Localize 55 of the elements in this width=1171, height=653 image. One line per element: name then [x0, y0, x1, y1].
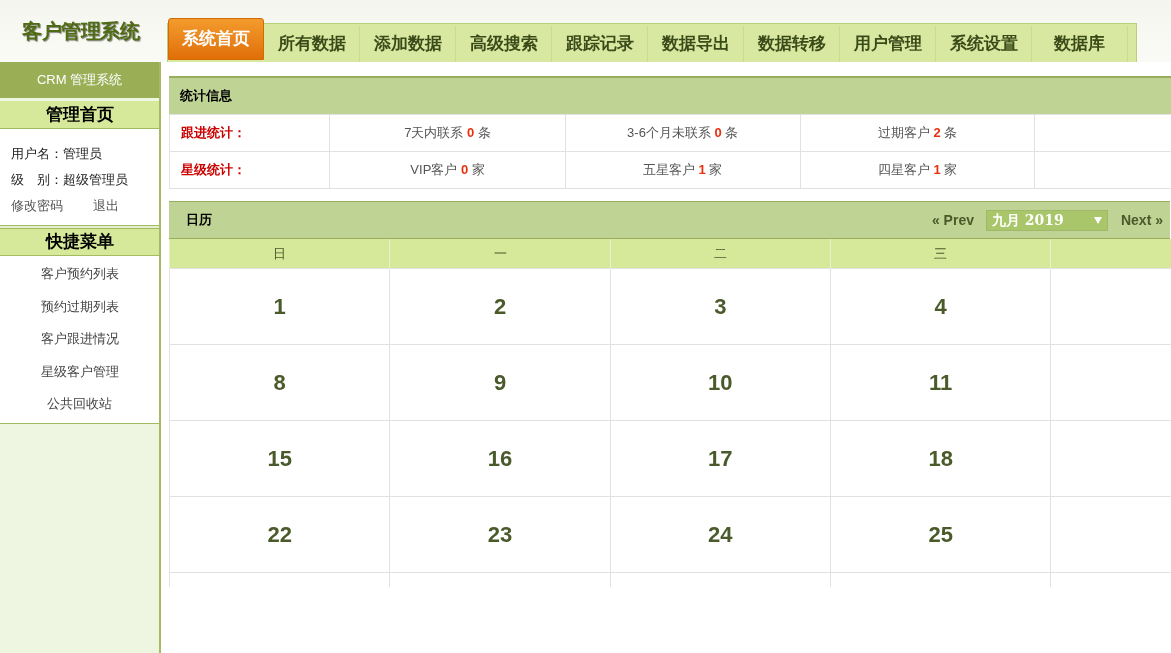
calendar-day[interactable]: 2: [389, 268, 611, 344]
menu-item[interactable]: 客户预约列表: [40, 258, 119, 291]
menu-item[interactable]: 星级客户管理: [40, 355, 119, 388]
weekday-header: 二: [610, 239, 831, 268]
prev-link[interactable]: « Prev: [931, 209, 974, 231]
calendar-day[interactable]: 10: [610, 344, 831, 420]
stat-cell: 过期客户 2 条: [800, 114, 1035, 152]
panel-title: 统计信息: [180, 87, 232, 106]
calendar-day[interactable]: 4: [830, 268, 1051, 344]
sidebar-link[interactable]: 修改密码: [11, 195, 63, 217]
sidebar-link[interactable]: 退出: [93, 195, 119, 217]
user-info: 用户名：管理员: [11, 145, 103, 163]
nav-tab[interactable]: 数据转移: [744, 26, 840, 62]
menu-item[interactable]: 公共回收站: [47, 388, 112, 421]
calendar-day[interactable]: 9: [389, 344, 611, 420]
nav-tab[interactable]: 数据导出: [648, 26, 744, 62]
stat-cell: VIP客户 0 家: [329, 151, 566, 189]
stat-cell: 五星客户 1 家: [565, 151, 801, 189]
stat-label: 跟进统计：: [169, 114, 330, 152]
sidebar-brand: CRM 管理系统: [0, 62, 159, 98]
nav-tab[interactable]: 用户管理: [840, 26, 936, 62]
calendar-day[interactable]: 24: [610, 496, 831, 572]
calendar-day[interactable]: 1: [169, 268, 390, 344]
calendar-day[interactable]: 3: [610, 268, 831, 344]
next-link[interactable]: Next »: [1120, 209, 1163, 231]
calendar-day[interactable]: 25: [830, 496, 1051, 572]
weekday-header: 一: [389, 239, 611, 268]
nav-tab[interactable]: 数据库: [1032, 26, 1128, 62]
app-logo: 客户管理系统: [22, 19, 139, 44]
panel-title: 日历: [186, 211, 212, 230]
user-info: 级 别：超级管理员: [11, 171, 129, 189]
nav-tab[interactable]: 高级搜索: [456, 26, 552, 62]
weekday-header: 三: [830, 239, 1051, 268]
section-title: 快捷菜单: [0, 228, 159, 256]
calendar-day[interactable]: 15: [169, 420, 390, 496]
nav-tab[interactable]: 系统设置: [936, 26, 1032, 62]
calendar-day[interactable]: 23: [389, 496, 611, 572]
calendar-day[interactable]: 22: [169, 496, 390, 572]
weekday-header: 日: [169, 239, 390, 268]
menu-item[interactable]: 预约过期列表: [40, 290, 119, 323]
calendar-day[interactable]: 8: [169, 344, 390, 420]
stat-label: 星级统计：: [169, 151, 330, 189]
calendar-day[interactable]: 17: [610, 420, 831, 496]
calendar-day[interactable]: 11: [830, 344, 1051, 420]
dropdown-caret-icon: [1093, 216, 1102, 224]
stat-cell: 3-6个月未联系 0 条: [565, 114, 801, 152]
stat-cell: 四星客户 1 家: [800, 151, 1035, 189]
calendar-day[interactable]: 18: [830, 420, 1051, 496]
nav-tab[interactable]: 跟踪记录: [552, 26, 648, 62]
nav-tab[interactable]: 添加数据: [360, 26, 456, 62]
calendar-day[interactable]: 16: [389, 420, 611, 496]
stat-cell: 7天内联系 0 条: [329, 114, 566, 152]
nav-tab[interactable]: 所有数据: [264, 26, 360, 62]
menu-item[interactable]: 客户跟进情况: [40, 323, 119, 356]
section-title: 管理首页: [0, 101, 159, 129]
